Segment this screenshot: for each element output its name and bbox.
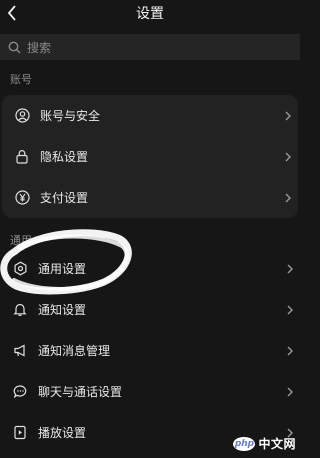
- search-placeholder: 搜索: [27, 40, 52, 55]
- watermark-logo: php: [233, 436, 256, 451]
- settings-item-privacy[interactable]: 隐私设置: [2, 136, 298, 177]
- settings-item-account-security[interactable]: 账号与安全: [2, 95, 298, 136]
- general-settings-list: 通用设置 通知设置 通知消息管理 聊天与通话设置 播放设置: [0, 248, 300, 453]
- play-file-icon: [12, 425, 28, 441]
- chevron-right-icon: [285, 152, 291, 161]
- settings-item-label: 聊天与通话设置: [38, 385, 123, 399]
- page-title: 设置: [136, 6, 164, 22]
- settings-item-payment[interactable]: 支付设置: [2, 177, 298, 218]
- settings-item-label: 账号与安全: [40, 109, 101, 123]
- settings-item-label: 隐私设置: [40, 150, 89, 164]
- top-bar: 设置: [0, 0, 300, 26]
- section-label-account: 账号: [10, 73, 32, 86]
- watermark-text: 中文网: [258, 437, 296, 451]
- user-circle-icon: [14, 108, 30, 124]
- chat-bubble-icon: [12, 384, 28, 400]
- section-label-general: 通用: [10, 234, 32, 247]
- settings-item-label: 通知消息管理: [38, 344, 111, 358]
- search-icon: [8, 41, 21, 53]
- settings-item-label: 通知设置: [38, 303, 87, 317]
- lock-icon: [14, 149, 30, 165]
- account-settings-card: 账号与安全 隐私设置 支付设置: [2, 95, 298, 218]
- settings-item-label: 支付设置: [40, 191, 89, 205]
- settings-item-label: 播放设置: [38, 426, 87, 440]
- search-input[interactable]: 搜索: [0, 34, 300, 60]
- settings-item-general[interactable]: 通用设置: [0, 248, 300, 289]
- chevron-right-icon: [287, 305, 293, 314]
- bell-icon: [12, 302, 28, 318]
- settings-item-notifications[interactable]: 通知设置: [0, 289, 300, 330]
- settings-item-chat-calls[interactable]: 聊天与通话设置: [0, 371, 300, 412]
- site-watermark: php 中文网: [233, 435, 296, 452]
- yen-circle-icon: [14, 190, 30, 206]
- chevron-right-icon: [287, 264, 293, 273]
- chevron-right-icon: [287, 387, 293, 396]
- gear-icon: [12, 261, 28, 277]
- chevron-right-icon: [285, 193, 291, 202]
- settings-item-label: 通用设置: [38, 262, 87, 276]
- megaphone-icon: [12, 343, 28, 359]
- settings-item-notification-messages[interactable]: 通知消息管理: [0, 330, 300, 371]
- chevron-right-icon: [285, 111, 291, 120]
- chevron-right-icon: [287, 346, 293, 355]
